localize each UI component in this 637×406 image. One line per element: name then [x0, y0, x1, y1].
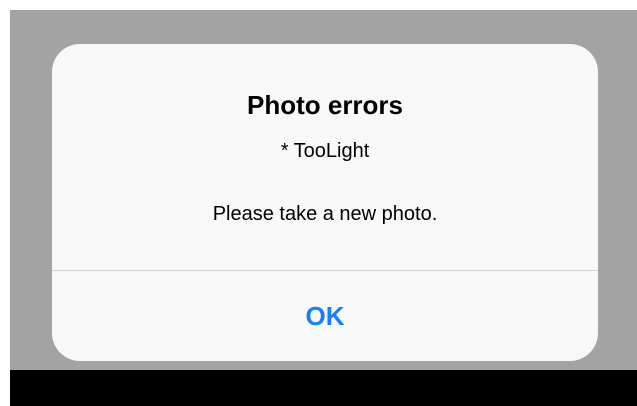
alert-title: Photo errors	[246, 90, 404, 120]
bottom-bar	[10, 370, 637, 406]
ok-button[interactable]: OK	[52, 271, 598, 361]
alert-body: Photo errors * TooLight Please take a ne…	[52, 44, 598, 271]
alert-dialog: Photo errors * TooLight Please take a ne…	[52, 44, 598, 361]
alert-error-item: * TooLight	[280, 140, 370, 162]
alert-message: Please take a new photo.	[212, 203, 438, 225]
